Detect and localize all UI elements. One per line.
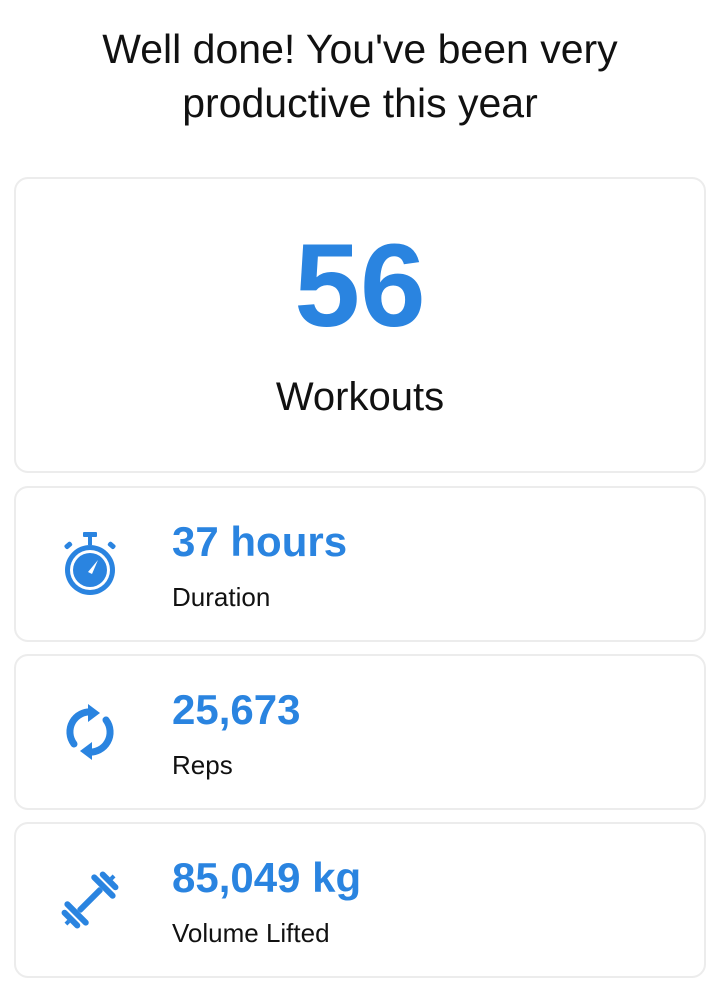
workouts-card: 56 Workouts	[14, 177, 706, 473]
title-line-2: productive this year	[182, 80, 538, 126]
reps-card: 25,673 Reps	[14, 654, 706, 810]
volume-card: 85,049 kg Volume Lifted	[14, 822, 706, 978]
workouts-label: Workouts	[275, 375, 445, 419]
dumbbell-icon	[61, 871, 119, 929]
stopwatch-icon	[64, 532, 116, 595]
volume-value: 85,049 kg	[172, 854, 362, 901]
volume-label: Volume Lifted	[172, 918, 330, 948]
reps-label: Reps	[172, 750, 233, 780]
title-line-1: Well done! You've been very	[102, 26, 618, 72]
page-title: Well done! You've been very productive t…	[0, 22, 720, 130]
reps-value: 25,673	[172, 686, 301, 733]
refresh-icon	[66, 704, 114, 760]
workouts-count: 56	[294, 220, 426, 352]
duration-card: 37 hours Duration	[14, 486, 706, 642]
duration-value: 37 hours	[172, 518, 348, 565]
duration-label: Duration	[172, 582, 271, 612]
